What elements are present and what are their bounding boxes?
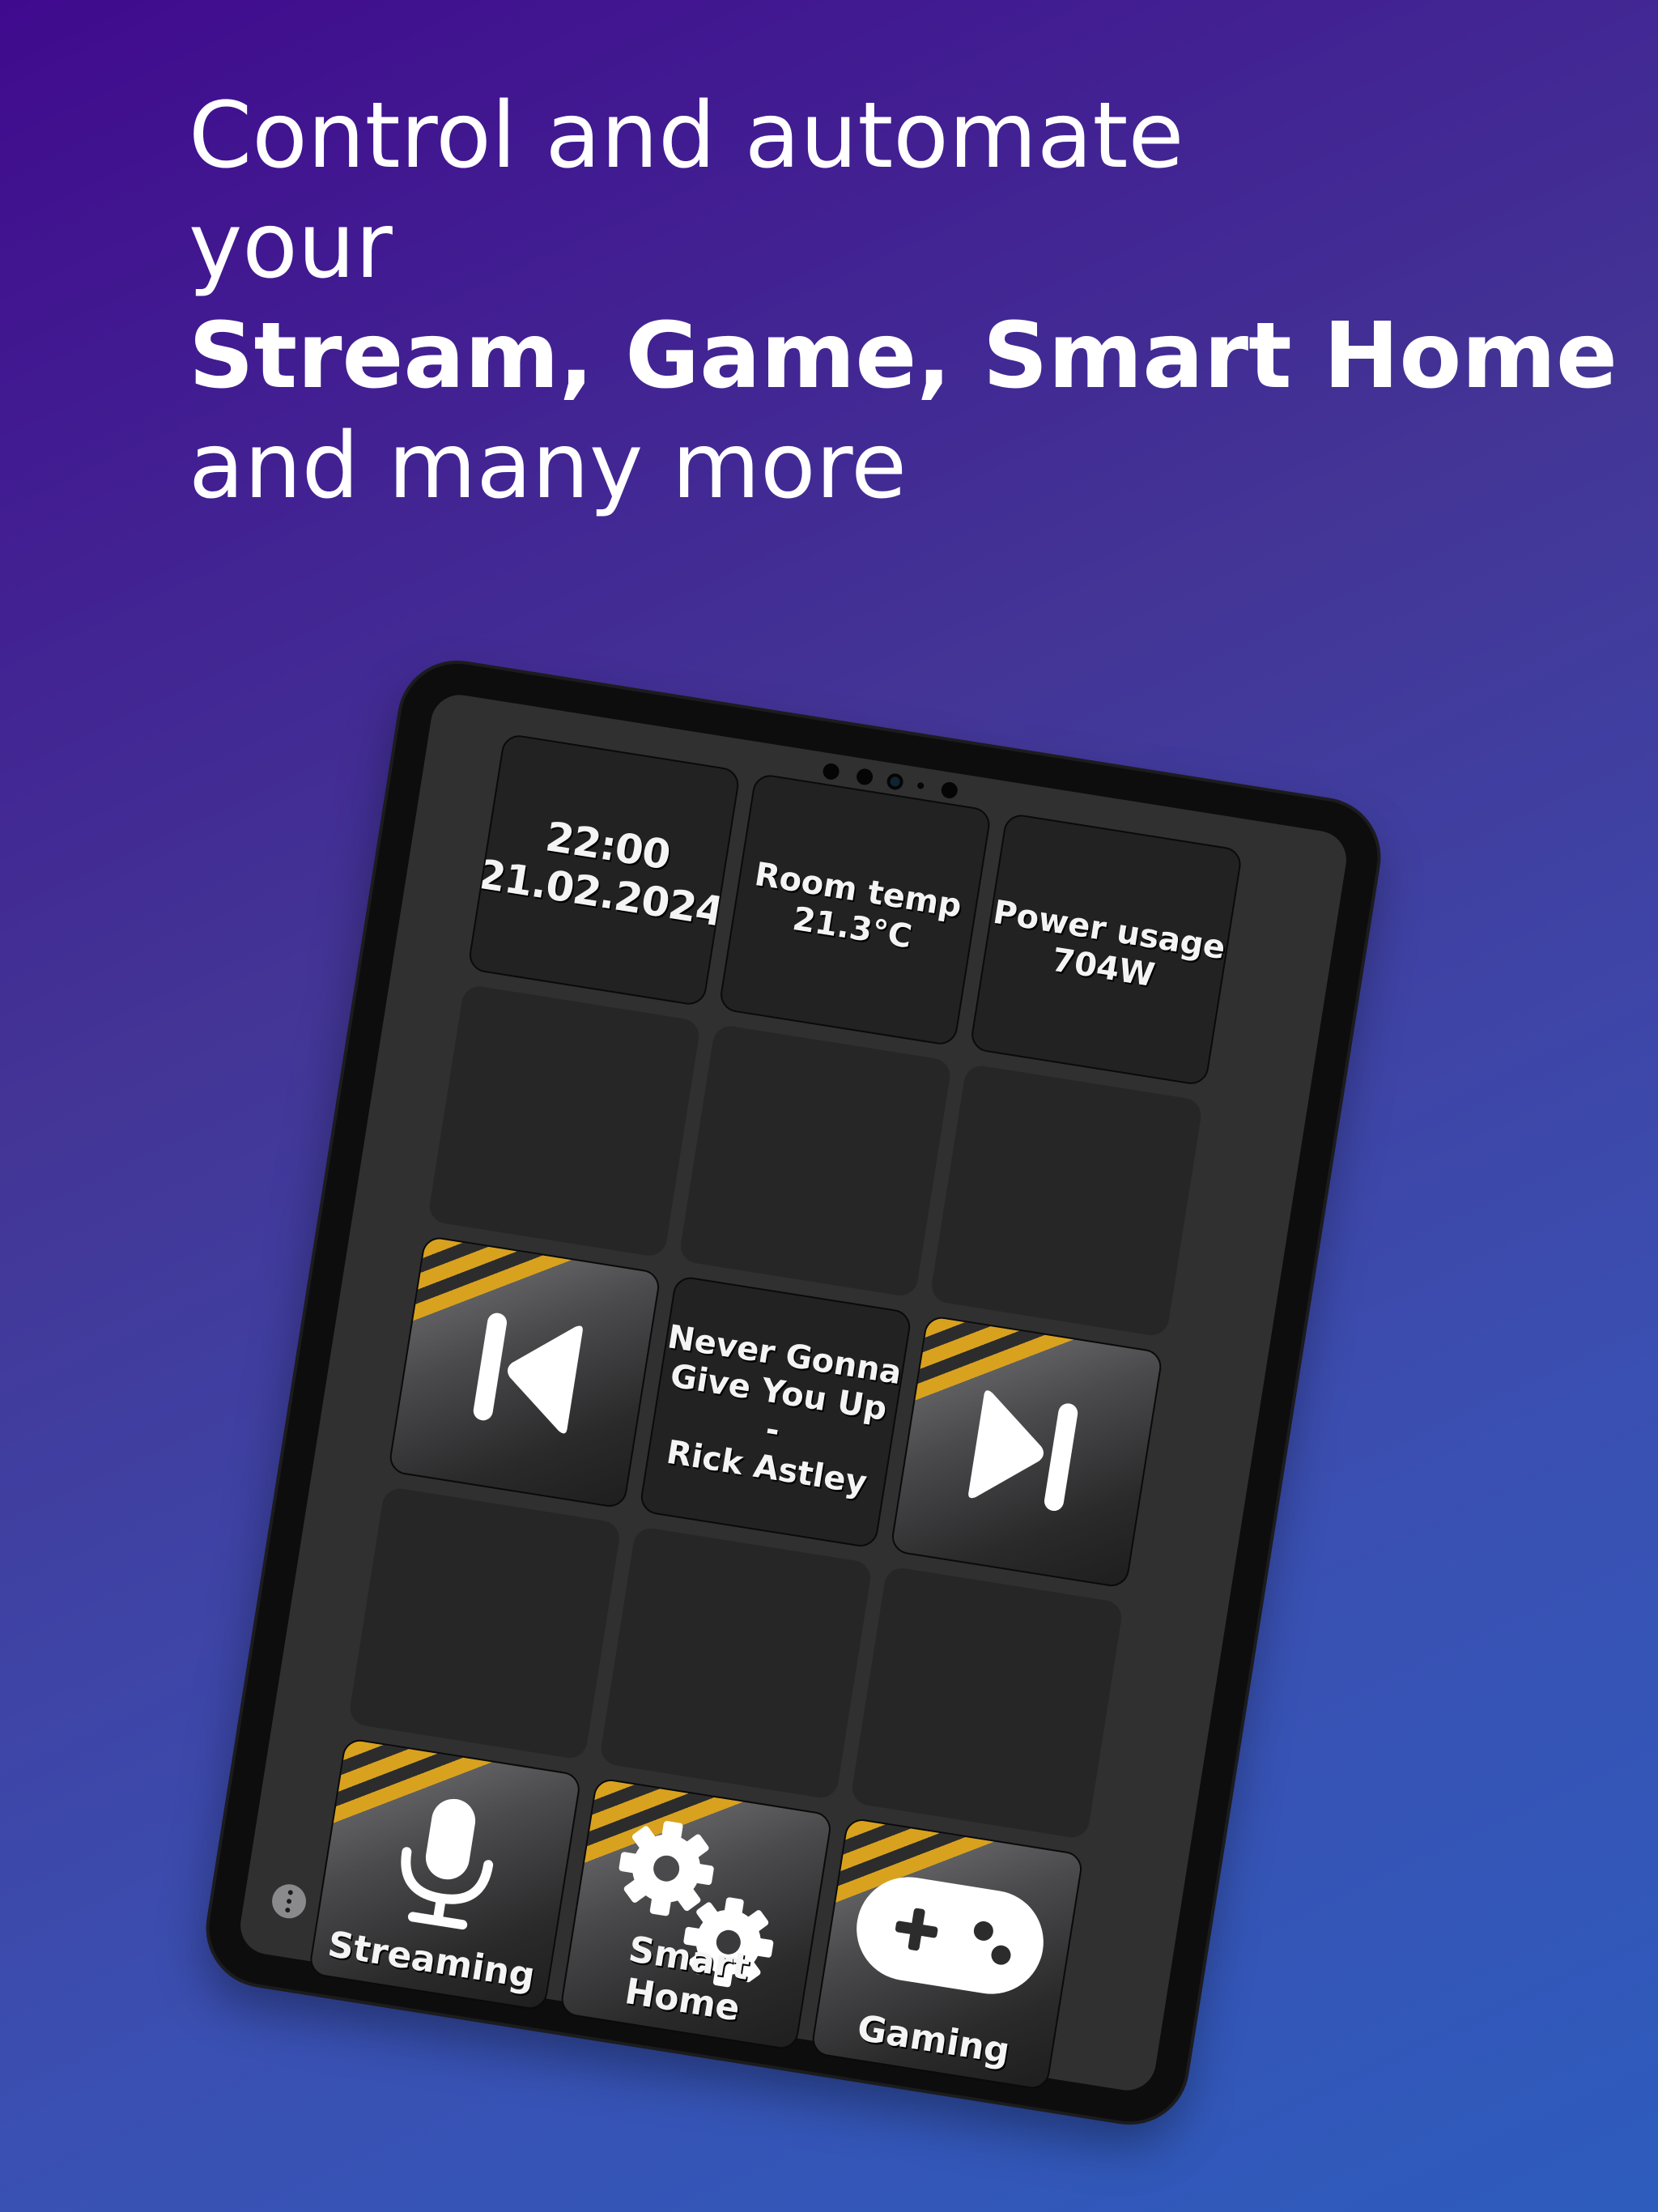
camera-dot	[822, 762, 841, 781]
empty-slot[interactable]	[678, 1023, 953, 1299]
empty-slot[interactable]	[347, 1486, 623, 1761]
camera-dot	[940, 781, 959, 800]
next-track-button[interactable]	[889, 1314, 1164, 1589]
dot	[286, 1898, 292, 1904]
camera-lens	[889, 776, 901, 788]
headline-line-1: Control and automate	[189, 83, 1184, 189]
tablet-screen: 22:00 21.02.2024 Room temp 21.3°C Power …	[236, 691, 1351, 2095]
headline-line-3: Stream, Game, Smart Home	[189, 304, 1618, 409]
now-playing-tile[interactable]: Never Gonna Give You Up - Rick Astley	[638, 1274, 913, 1550]
clock-tile[interactable]: 22:00 21.02.2024	[466, 733, 742, 1007]
skip-previous-icon	[473, 1312, 583, 1434]
gamepad-icon	[857, 1877, 1044, 1994]
smart-home-folder-button[interactable]: Smart Home	[559, 1776, 834, 2052]
room-temp-tile[interactable]: Room temp 21.3°C	[717, 772, 993, 1047]
dot	[284, 1907, 291, 1913]
tablet-device: 22:00 21.02.2024 Room temp 21.3°C Power …	[201, 655, 1386, 2130]
more-options-button[interactable]	[270, 1882, 309, 1921]
previous-track-button[interactable]	[387, 1235, 662, 1510]
dot	[287, 1889, 294, 1895]
empty-slot[interactable]	[427, 984, 702, 1258]
camera-dot	[855, 767, 874, 786]
empty-slot[interactable]	[849, 1565, 1124, 1840]
deck-grid: 22:00 21.02.2024 Room temp 21.3°C Power …	[308, 733, 1244, 2091]
gaming-folder-button[interactable]: Gaming	[810, 1816, 1085, 2091]
sensor-dot	[916, 781, 925, 789]
skip-next-icon	[968, 1390, 1078, 1512]
power-usage-tile[interactable]: Power usage 704W	[969, 812, 1244, 1087]
empty-slot[interactable]	[929, 1063, 1204, 1338]
headline: Control and automate your Stream, Game, …	[189, 81, 1618, 521]
microphone-icon	[401, 1799, 494, 1930]
headline-line-4: and many more	[189, 414, 908, 519]
empty-slot[interactable]	[598, 1525, 874, 1801]
streaming-folder-button[interactable]: Streaming	[308, 1737, 582, 2012]
headline-line-2: your	[189, 194, 393, 299]
